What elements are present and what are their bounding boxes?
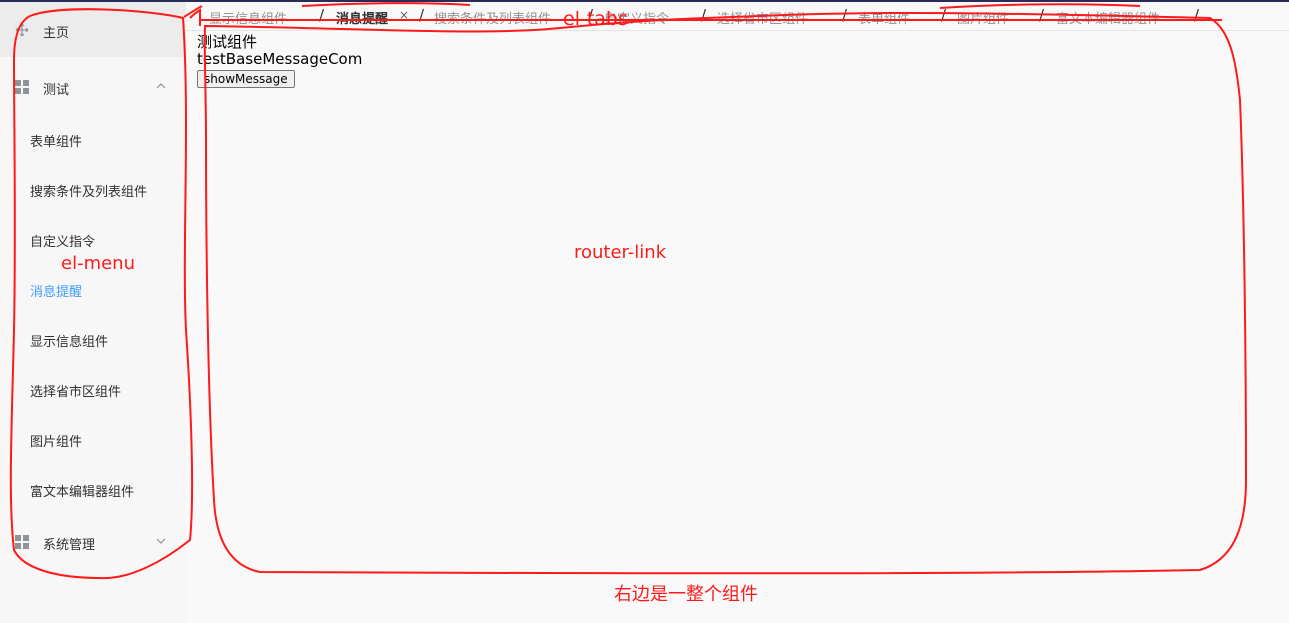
component-title: 测试组件 [197, 33, 258, 51]
sidebar-item-label: 搜索条件及列表组件 [30, 185, 148, 200]
sidebar-item-label: 图片组件 [30, 435, 83, 450]
tab-richtext[interactable]: 富文本编辑器组件 [1056, 8, 1160, 27]
annotation-component: 右边是一整个组件 [614, 584, 758, 605]
sidebar-item-label: 主页 [43, 26, 70, 41]
sidebar-group-system[interactable]: 系统管理 [0, 514, 186, 570]
sidebar-item-label: 富文本编辑器组件 [30, 485, 135, 500]
sidebar-item-label: 显示信息组件 [30, 335, 109, 350]
chevron-down-icon [156, 538, 166, 544]
tab-separator: / [701, 6, 707, 24]
tab-separator: / [319, 6, 325, 24]
tab-message[interactable]: 消息提醒 [336, 8, 388, 27]
sidebar-group-label: 系统管理 [43, 538, 96, 553]
sidebar-item-home[interactable]: 主页 [0, 2, 186, 57]
router-view-content: 测试组件 testBaseMessageCom showMessage [197, 34, 362, 88]
tab-separator: / [842, 6, 848, 24]
move-icon [15, 23, 29, 37]
tabs-bar: 显示信息组件 / 消息提醒 × / 搜索条件及列表组件 / 自定义指令 / 选择… [186, 2, 1289, 31]
component-subtitle: testBaseMessageCom [197, 50, 363, 68]
tab-search-list[interactable]: 搜索条件及列表组件 [434, 8, 551, 27]
tab-separator: / [1194, 6, 1200, 24]
tab-form[interactable]: 表单组件 [858, 8, 910, 27]
sidebar-item-richtext[interactable]: 富文本编辑器组件 [0, 464, 186, 514]
tab-separator: / [419, 6, 425, 24]
grid-icon [15, 80, 29, 94]
sidebar-item-region[interactable]: 选择省市区组件 [0, 364, 186, 414]
sidebar-item-search-list[interactable]: 搜索条件及列表组件 [0, 164, 186, 214]
tab-image[interactable]: 图片组件 [957, 8, 1009, 27]
sidebar-group-test[interactable]: 测试 [0, 58, 186, 114]
grid-icon [15, 535, 29, 549]
sidebar-item-label: 表单组件 [30, 135, 83, 150]
sidebar-item-image[interactable]: 图片组件 [0, 414, 186, 464]
sidebar-item-label: 消息提醒 [30, 285, 83, 300]
main-area: 显示信息组件 / 消息提醒 × / 搜索条件及列表组件 / 自定义指令 / 选择… [186, 2, 1289, 623]
annotation-router-link: router-link [574, 242, 667, 263]
sidebar-item-info[interactable]: 显示信息组件 [0, 314, 186, 364]
tab-region[interactable]: 选择省市区组件 [717, 8, 808, 27]
sidebar-menu: 主页 测试 表单组件 搜索条件及列表组件 自定义指令 消息提醒 显示信息组件 选… [0, 2, 186, 623]
sidebar-item-label: 自定义指令 [30, 235, 96, 250]
close-icon[interactable]: × [399, 8, 409, 22]
sidebar-item-form[interactable]: 表单组件 [0, 114, 186, 164]
annotation-el-menu: el-menu [61, 253, 135, 274]
chevron-up-icon [156, 83, 166, 89]
show-message-button[interactable]: showMessage [197, 70, 295, 88]
sidebar-item-label: 选择省市区组件 [30, 385, 122, 400]
sidebar-group-label: 测试 [43, 83, 70, 98]
tab-separator: / [1039, 6, 1045, 24]
annotation-el-tabs: el-tabs [563, 8, 628, 30]
tab-separator: / [941, 6, 947, 24]
tab-info[interactable]: 显示信息组件 [209, 8, 287, 27]
